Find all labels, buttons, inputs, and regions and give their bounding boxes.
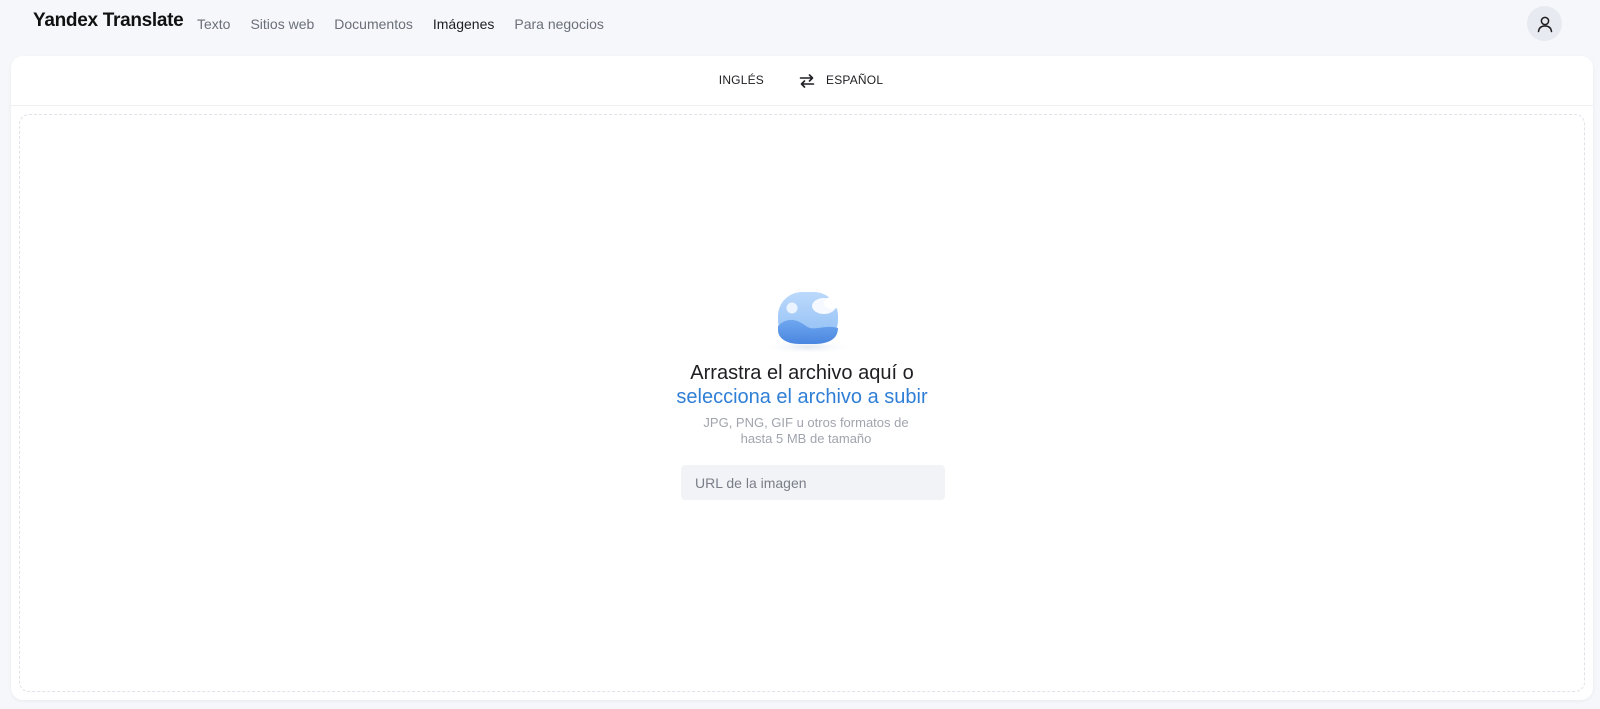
image-icon bbox=[768, 292, 848, 353]
swap-languages-button[interactable] bbox=[795, 70, 819, 92]
upload-title: Arrastra el archivo aquí o bbox=[690, 362, 914, 384]
nav-item-texto[interactable]: Texto bbox=[197, 16, 230, 32]
brand-logo[interactable]: Yandex Translate bbox=[33, 10, 184, 32]
target-language-button[interactable]: ESPAÑOL bbox=[826, 73, 883, 87]
select-file-link[interactable]: selecciona el archivo a subir bbox=[11, 385, 1593, 410]
user-icon bbox=[1537, 16, 1552, 32]
nav-item-para-negocios[interactable]: Para negocios bbox=[514, 16, 604, 32]
avatar[interactable] bbox=[1527, 6, 1562, 41]
source-language-button[interactable]: INGLÉS bbox=[719, 73, 764, 87]
nav-item-sitios-web[interactable]: Sitios web bbox=[250, 16, 314, 32]
translate-card: INGLÉS ESPAÑOL Arrastra el archivo aquí … bbox=[11, 56, 1593, 700]
swap-arrows-icon bbox=[799, 74, 815, 88]
image-url-input[interactable] bbox=[681, 465, 945, 500]
nav-item-documentos[interactable]: Documentos bbox=[334, 16, 413, 32]
top-bar: Yandex Translate Texto Sitios web Docume… bbox=[0, 0, 1600, 48]
main-nav: Texto Sitios web Documentos Imágenes Par… bbox=[197, 16, 604, 32]
upload-hint: JPG, PNG, GIF u otros formatos de hasta … bbox=[703, 415, 909, 446]
nav-item-imagenes[interactable]: Imágenes bbox=[433, 16, 494, 32]
language-bar: INGLÉS ESPAÑOL bbox=[11, 56, 1593, 106]
